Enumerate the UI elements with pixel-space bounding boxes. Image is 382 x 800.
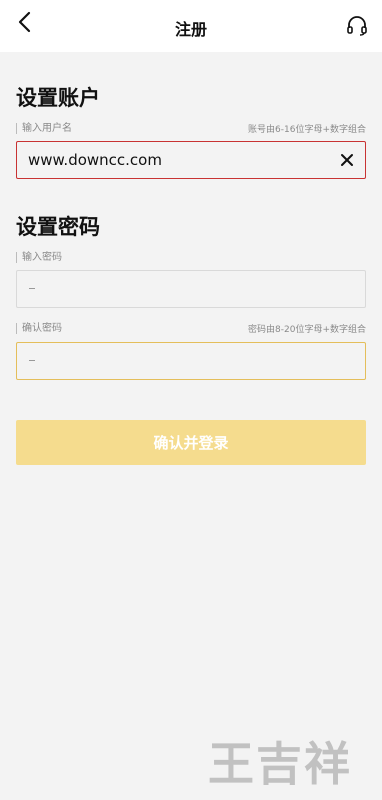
confirm-label-row: 确认密码 密码由8-20位字母+数字组合 xyxy=(16,321,366,335)
account-section-title: 设置账户 xyxy=(16,86,100,110)
username-hint: 账号由6-16位字母+数字组合 xyxy=(248,124,366,135)
confirm-password-hint: 密码由8-20位字母+数字组合 xyxy=(248,324,366,335)
password-field[interactable] xyxy=(16,270,366,308)
username-label-row: 输入用户名 账号由6-16位字母+数字组合 xyxy=(16,121,366,135)
username-label: 输入用户名 xyxy=(16,122,72,134)
confirm-password-label: 确认密码 xyxy=(16,322,62,334)
confirm-login-button[interactable]: 确认并登录 xyxy=(16,420,366,465)
password-cursor xyxy=(29,288,35,289)
confirm-password-cursor xyxy=(29,360,35,361)
header: 注册 xyxy=(0,0,382,52)
username-field[interactable] xyxy=(16,141,366,179)
password-label: 输入密码 xyxy=(16,251,62,263)
confirm-password-input[interactable] xyxy=(17,343,365,379)
headset-icon[interactable] xyxy=(346,15,368,37)
page-title: 注册 xyxy=(174,20,207,39)
confirm-password-field[interactable] xyxy=(16,342,366,380)
username-input[interactable] xyxy=(17,142,365,178)
password-section-title: 设置密码 xyxy=(16,215,100,239)
password-input[interactable] xyxy=(17,271,365,307)
close-icon[interactable] xyxy=(339,152,355,168)
password-label-row: 输入密码 xyxy=(16,250,366,264)
watermark: 王吉祥 xyxy=(208,737,352,791)
